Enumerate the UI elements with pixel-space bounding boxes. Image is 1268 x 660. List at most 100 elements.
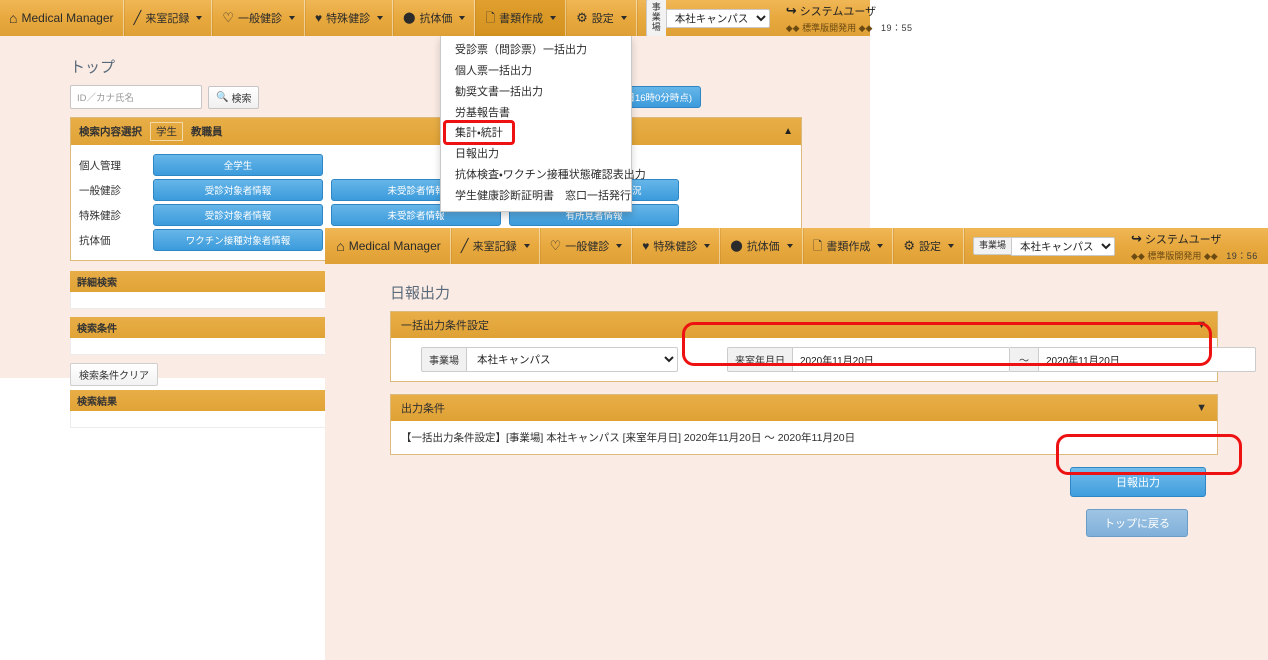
row-tokushu-kenshin: 特殊健診 受診対象者情報 未受診者情報 有所見者情報 (79, 204, 793, 226)
user-menu-window2[interactable]: システムユーザ ◆◆ 標準版開発用 ◆◆ 19：56 (1123, 228, 1266, 264)
panel-header[interactable]: 詳細検索 (70, 271, 328, 292)
chevron-down-icon (377, 16, 384, 20)
nav-item-label: 特殊健診 (653, 241, 698, 253)
nav-item-ippan-kenshin[interactable]: 一般健診 (539, 228, 633, 264)
panel-body (70, 292, 328, 309)
heart-outline-icon (550, 239, 562, 253)
nav-item-label: 一般健診 (238, 13, 282, 25)
nippou-output-button[interactable]: 日報出力 (1070, 467, 1206, 497)
nav-item-koutaika[interactable]: 抗体価 (720, 228, 803, 264)
search-input[interactable]: ID／カナ氏名 (70, 85, 202, 109)
row-label: 特殊健診 (79, 209, 121, 222)
chevron-down-icon (196, 16, 203, 20)
file-icon (485, 12, 495, 25)
section-header-shutsuryoku-joken[interactable]: 出力条件 ▼ (391, 395, 1217, 421)
section-shutsuryoku-joken: 出力条件 ▼ 【一括出力条件設定】[事業場] 本社キャンパス [来室年月日] 2… (390, 394, 1218, 455)
search-content-title: 検索内容選択 (79, 126, 142, 138)
search-content-panel-header[interactable]: 検索内容選択 学生 教職員 ▲ (71, 118, 801, 145)
site-selector-window2[interactable]: 事業場 本社キャンパス (964, 228, 1123, 264)
navbar-items-window2: Medical Manager 来室記録 一般健診 特殊健診 (327, 228, 1266, 264)
nav-item-label: 設定 (591, 13, 614, 25)
menu-item-nippou-shutsuryoku[interactable]: 日報出力 (441, 144, 631, 165)
back-to-top-button[interactable]: トップに戻る (1086, 509, 1188, 537)
site-field-select[interactable]: 本社キャンパス (466, 347, 678, 372)
nav-item-raishitsu-kiroku[interactable]: 来室記録 (123, 0, 213, 36)
tab-kyoushokuin[interactable]: 教職員 (191, 124, 223, 139)
menu-item-kojinhyou-ikkatsu[interactable]: 個人票一括出力 (441, 61, 631, 82)
user-menu-top[interactable]: システムユーザ (1131, 231, 1258, 247)
site-field-label: 事業場 (421, 347, 466, 372)
btn-zen-gakusei[interactable]: 全学生 (153, 154, 323, 176)
site-select[interactable]: 本社キャンパス (1011, 236, 1116, 256)
user-menu-window1[interactable]: システムユーザ ◆◆ 標準版開発用 ◆◆ 19：55 (778, 0, 921, 36)
site-label: 事業場 (973, 237, 1012, 255)
menu-item-shuukei-toukei[interactable]: 集計・統計 (441, 123, 631, 144)
nav-item-shorui-sakusei[interactable]: 書類作成 (475, 0, 567, 36)
site-field-group: 事業場 本社キャンパス (421, 347, 678, 372)
menu-item-koutai-vaccine-kakunin[interactable]: 抗体検査・ワクチン接種状態確認表出力 (441, 165, 646, 186)
panel-shousai-kensaku: 詳細検索 (70, 271, 328, 309)
nav-item-label: 抗体価 (419, 13, 453, 25)
section-header-ikkatsu-joken[interactable]: 一括出力条件設定 ▼ (391, 312, 1217, 338)
nav-brand-label: Medical Manager (348, 239, 441, 253)
date-to-input[interactable]: 2020年11月20日 (1038, 347, 1256, 372)
clear-conditions-button[interactable]: 検索条件クリア (70, 363, 158, 386)
btn-jushin-taishousha-tokushu[interactable]: 受診対象者情報 (153, 204, 323, 226)
chevron-down-icon (620, 16, 627, 20)
site-selector-window1[interactable]: 事業場 本社キャンパス (636, 0, 778, 37)
pencil-icon (461, 239, 469, 253)
row-label: 個人管理 (79, 159, 121, 172)
chevron-down-icon (289, 16, 295, 20)
nav-brand[interactable]: Medical Manager (0, 0, 124, 36)
window2-body: 日報出力 一括出力条件設定 ▼ 事業場 本社キャンパス 来室年月日 2020年1… (325, 264, 1268, 660)
nav-item-tokushu-kenshin[interactable]: 特殊健診 (305, 0, 394, 36)
row-ippan-kenshin: 一般健診 受診対象者情報 未受診者情報 ポータル問診回答状況 (79, 179, 793, 201)
screenshot-root: Medical Manager 来室記録 一般健診 特殊健診 (0, 0, 1268, 660)
date-range-group: 来室年月日 2020年11月20日 ～ 2020年11月20日 (727, 347, 1256, 372)
tab-gakusei[interactable]: 学生 (150, 122, 183, 141)
shorui-sakusei-dropdown: 受診票（問診票）一括出力 個人票一括出力 勧奨文書一括出力 労基報告書 集計・統… (440, 36, 646, 212)
env-label: ◆◆ 標準版開発用 ◆◆ (1131, 250, 1218, 261)
nav-brand-label: Medical Manager (21, 11, 114, 25)
logout-icon (786, 4, 797, 18)
chevron-down-icon (459, 16, 466, 20)
panel-header[interactable]: 検索結果 (70, 390, 328, 411)
nav-item-tokushu-kenshin[interactable]: 特殊健診 (632, 228, 721, 264)
user-menu-top[interactable]: システムユーザ (786, 3, 913, 19)
btn-jushin-taishousha-ippan[interactable]: 受診対象者情報 (153, 179, 323, 201)
search-placeholder: ID／カナ氏名 (77, 93, 135, 104)
nav-item-settei[interactable]: 設定 (893, 228, 964, 264)
btn-vaccine-taishousha[interactable]: ワクチン接種対象者情報 (153, 229, 323, 251)
magnifier-icon (216, 92, 228, 103)
menu-item-kanshou-bunsho-ikkatsu[interactable]: 勧奨文書一括出力 (441, 82, 631, 103)
clock-window1: 19：55 (880, 22, 913, 33)
site-select[interactable]: 本社キャンパス (665, 8, 770, 28)
chevron-down-icon[interactable]: ▼ (1196, 319, 1207, 331)
search-button[interactable]: 検索 (208, 85, 260, 109)
chevron-down-icon (550, 16, 557, 20)
navbar-window2: Medical Manager 来室記録 一般健診 特殊健診 (325, 228, 1268, 264)
date-from-input[interactable]: 2020年11月20日 (792, 347, 1010, 372)
panel-header[interactable]: 検索条件 (70, 317, 328, 338)
nav-item-label: 書類作成 (826, 241, 871, 253)
chevron-down-icon[interactable]: ▼ (1196, 402, 1207, 414)
panel-body (70, 338, 328, 355)
menu-item-jushinhyou-ikkatsu[interactable]: 受診票（問診票）一括出力 (441, 40, 631, 61)
menu-item-roukihoukokusho[interactable]: 労基報告書 (441, 103, 631, 124)
chevron-up-icon[interactable]: ▲ (783, 126, 793, 137)
chevron-down-icon (948, 244, 954, 248)
nav-item-ippan-kenshin[interactable]: 一般健診 (212, 0, 305, 36)
panel-kensaku-jouken: 検索条件 (70, 317, 328, 355)
nav-item-label: 来室記録 (145, 13, 190, 25)
nav-item-koutaika[interactable]: 抗体価 (393, 0, 476, 36)
nav-item-label: 設定 (919, 241, 941, 253)
nav-item-raishitsu-kiroku[interactable]: 来室記録 (450, 228, 540, 264)
chevron-down-icon (704, 244, 711, 248)
logout-icon (1131, 232, 1142, 246)
nav-brand[interactable]: Medical Manager (327, 228, 451, 264)
menu-item-gakusei-shoumeisho[interactable]: 学生健康診断証明書 窓口一括発行 (441, 186, 631, 207)
heart-filled-icon (315, 12, 322, 25)
nav-item-label: 来室記録 (472, 241, 517, 253)
nav-item-shorui-sakusei[interactable]: 書類作成 (802, 228, 894, 264)
nav-item-settei[interactable]: 設定 (566, 0, 637, 36)
